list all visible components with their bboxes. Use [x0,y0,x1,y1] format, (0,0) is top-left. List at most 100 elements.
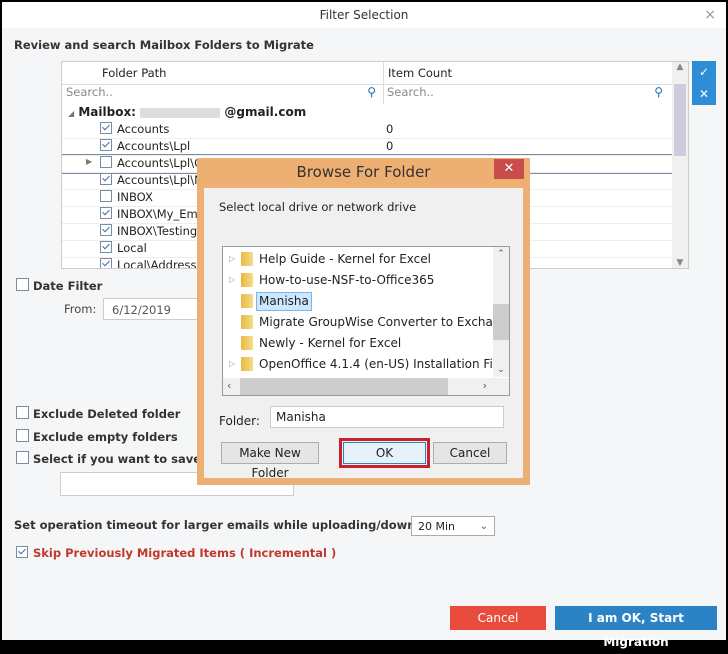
tree-folder-item[interactable]: ▷ OpenOffice 4.1.4 (en-US) Installation F… [223,354,495,374]
search-icon[interactable]: ⚲ [367,85,376,99]
exclude-deleted-option[interactable]: Exclude Deleted folder [16,406,180,421]
cancel-button[interactable]: Cancel [450,606,546,630]
scroll-down-icon[interactable]: ⌄ [493,365,509,375]
folder-path-cell: Accounts\Lpl [100,139,190,153]
skip-incremental-checkbox[interactable] [16,546,28,558]
search-placeholder: Search.. [66,85,113,99]
folder-icon [241,252,253,266]
scroll-left-icon[interactable]: ‹ [227,379,231,392]
folder-name: Help Guide - Kernel for Excel [259,252,431,266]
folder-label: Folder: [219,414,260,428]
exclude-empty-checkbox[interactable] [16,429,29,442]
folder-path-text: Local [117,241,147,255]
tree-folder-item[interactable]: ▷ How-to-use-NSF-to-Office365 [223,270,495,290]
folder-icon [241,336,253,350]
timeout-label: Set operation timeout for larger emails … [14,518,464,532]
tree-folder-item[interactable]: ▷ Help Guide - Kernel for Excel [223,249,495,269]
folder-icon [241,357,253,371]
dialog-cancel-button[interactable]: Cancel [433,442,507,464]
skip-incremental-option[interactable]: Skip Previously Migrated Items ( Increme… [16,546,336,560]
deselect-all-icon[interactable]: ✕ [692,83,716,105]
window-title: Filter Selection [319,8,409,22]
folder-name: How-to-use-NSF-to-Office365 [259,273,435,287]
table-row[interactable]: Accounts\Lpl 0 [62,138,672,156]
folder-name: Manisha [256,292,312,311]
folder-path-search[interactable]: Search.. ⚲ [66,85,380,102]
table-row[interactable]: Accounts 0 [62,121,672,139]
folder-checkbox[interactable] [100,190,112,202]
folder-checkbox[interactable] [100,224,112,236]
scroll-down-icon[interactable]: ▼ [672,258,688,268]
item-count-cell: 0 [386,122,394,136]
folder-path-cell: Accounts [100,122,169,136]
scroll-right-icon[interactable]: › [483,379,487,392]
tree-folder-item[interactable]: Manisha [223,291,495,311]
start-migration-button[interactable]: I am OK, Start Migration [555,606,717,649]
search-icon[interactable]: ⚲ [654,85,663,99]
folder-name: Migrate GroupWise Converter to Exchange … [259,315,495,329]
scroll-up-icon[interactable]: ▲ [672,62,688,72]
expand-icon[interactable]: ▷ [229,270,235,290]
folder-checkbox[interactable] [100,207,112,219]
folder-checkbox[interactable] [100,156,112,168]
ok-highlight [339,438,430,468]
folder-checkbox[interactable] [100,258,112,268]
tree-folder-item[interactable]: Migrate GroupWise Converter to Exchange … [223,312,495,332]
browse-for-folder-dialog: Browse For Folder ✕ Select local drive o… [197,158,530,485]
section-heading: Review and search Mailbox Folders to Mig… [14,38,314,52]
close-icon[interactable]: × [704,2,716,28]
exclude-deleted-checkbox[interactable] [16,406,29,419]
column-item-count[interactable]: Item Count [388,66,452,80]
from-label: From: [64,302,97,316]
from-date-input[interactable]: 6/12/2019 [103,298,203,320]
tree-vertical-scrollbar[interactable]: ⌃ ⌄ [493,247,509,377]
exclude-empty-label: Exclude empty folders [33,430,178,444]
exclude-empty-option[interactable]: Exclude empty folders [16,429,178,444]
folder-name: Newly - Kernel for Excel [259,336,402,350]
timeout-value: 20 Min [418,520,456,533]
folder-path-text: INBOX [117,190,153,204]
folder-icon [241,273,253,287]
expand-icon[interactable]: ▷ [229,249,235,269]
collapse-icon[interactable]: ◢ [68,109,74,118]
dialog-body: Select local drive or network drive ▷ Hel… [204,188,523,480]
folder-checkbox[interactable] [100,122,112,134]
date-filter-option[interactable]: Date Filter [16,278,102,293]
dialog-close-icon[interactable]: ✕ [494,159,524,179]
folder-path-cell: INBOX\My_Email [100,207,211,221]
tree-horizontal-scrollbar[interactable]: ‹ › [223,378,509,395]
redacted-username [140,107,221,118]
dialog-title: Browse For Folder [296,163,431,181]
folder-path-cell: INBOX [100,190,153,204]
expand-icon[interactable]: ▷ [229,354,235,374]
grid-scrollbar[interactable]: ▲ ▼ [672,62,688,268]
column-divider [383,62,384,104]
chevron-down-icon: ⌄ [479,521,488,532]
item-count-search[interactable]: Search.. ⚲ [387,85,667,102]
grid-header: Folder Path Item Count [62,62,672,85]
mailbox-email: @gmail.com [224,105,307,119]
date-filter-checkbox[interactable] [16,278,29,291]
folder-path-text: Accounts [117,122,170,136]
mailbox-node[interactable]: ◢ Mailbox: @gmail.com [68,105,306,119]
folder-input[interactable]: Manisha [270,406,504,428]
folder-tree: ▷ Help Guide - Kernel for Excel ▷ How-to-us… [222,246,510,396]
scroll-thumb[interactable] [493,304,509,340]
folder-checkbox[interactable] [100,241,112,253]
tree-folder-item[interactable]: Newly - Kernel for Excel [223,333,495,353]
expand-icon[interactable]: ▶ [86,157,92,166]
folder-icon [241,315,253,329]
save-all-checkbox[interactable] [16,451,29,464]
scroll-thumb[interactable] [674,84,686,156]
folder-path-text: Accounts\Lpl [117,139,191,153]
select-all-icon[interactable]: ✓ [692,61,716,83]
scroll-up-icon[interactable]: ⌃ [493,249,509,259]
folder-path-cell: Local [100,241,147,255]
scroll-thumb[interactable] [240,378,448,395]
column-folder-path[interactable]: Folder Path [102,66,166,80]
timeout-select[interactable]: 20 Min ⌄ [411,516,495,536]
folder-icon [241,294,253,308]
folder-checkbox[interactable] [100,173,112,185]
make-new-folder-button[interactable]: Make New Folder [221,442,319,480]
folder-checkbox[interactable] [100,139,112,151]
